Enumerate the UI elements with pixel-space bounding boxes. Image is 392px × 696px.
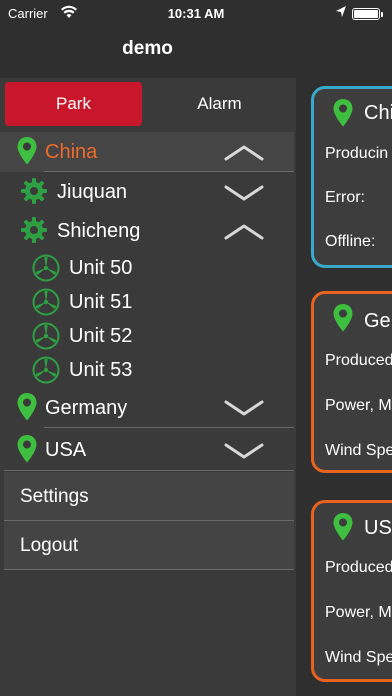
divider	[44, 427, 294, 428]
tree-label-china: China	[45, 141, 98, 163]
clock: 10:31 AM	[167, 6, 225, 21]
wind-turbine-icon	[32, 254, 60, 282]
card-line: Offline:	[325, 233, 376, 250]
card-title: Chi	[364, 102, 392, 124]
card-line: Power, M	[325, 604, 392, 621]
location-arrow-icon	[336, 6, 346, 17]
tree-item-germany[interactable]: Germany	[0, 389, 294, 427]
tree-item-jiuquan[interactable]: Jiuquan	[0, 173, 294, 211]
tree-item-usa[interactable]: USA	[0, 431, 294, 469]
tree-item-china[interactable]: China	[0, 132, 294, 172]
tab-alarm[interactable]: Alarm	[148, 82, 291, 126]
tree-item-shicheng[interactable]: Shicheng	[0, 212, 294, 250]
battery-tip	[381, 12, 383, 17]
card-line: Wind Spe	[325, 649, 392, 666]
tree-item-unit[interactable]: Unit 51	[0, 284, 294, 318]
card-title: USA	[364, 517, 392, 539]
location-pin-icon	[333, 304, 353, 332]
chevron-up-icon[interactable]	[222, 140, 266, 164]
chevron-down-icon[interactable]	[222, 439, 266, 463]
tab-park[interactable]: Park	[5, 82, 142, 126]
chevron-up-icon[interactable]	[222, 219, 266, 243]
wind-turbine-icon	[32, 288, 60, 316]
tree-label-usa: USA	[45, 439, 87, 461]
tree-item-unit[interactable]: Unit 50	[0, 250, 294, 284]
card-line: Produced	[325, 559, 392, 576]
card-line: Power, M	[325, 397, 392, 414]
battery-icon	[352, 8, 380, 20]
location-pin-icon	[333, 99, 353, 127]
segmented-control: Park Alarm	[5, 82, 291, 126]
gear-icon	[21, 217, 47, 243]
tree-label-unit: Unit 53	[69, 359, 133, 381]
gear-icon	[21, 178, 47, 204]
park-card-germany[interactable]: Ger Produced Power, M Wind Spe	[311, 291, 392, 473]
settings-label: Settings	[20, 486, 89, 507]
card-line: Error:	[325, 189, 365, 206]
tree-label-germany: Germany	[45, 397, 128, 419]
tree-label-jiuquan: Jiuquan	[57, 181, 128, 203]
status-bar: Carrier 10:31 AM	[0, 0, 392, 28]
tree-item-unit[interactable]: Unit 53	[0, 352, 294, 386]
tree-label-unit: Unit 50	[69, 257, 133, 279]
card-title: Ger	[364, 310, 392, 332]
sidebar: Park Alarm China Jiuquan Shicheng Unit 5…	[0, 78, 296, 696]
card-line: Wind Spe	[325, 442, 392, 459]
card-line: Producin	[325, 145, 389, 162]
tree-label-unit: Unit 51	[69, 291, 133, 313]
tree-label-unit: Unit 52	[69, 325, 133, 347]
divider	[44, 171, 294, 172]
card-line: Produced	[325, 352, 392, 369]
divider	[4, 470, 294, 471]
chevron-down-icon[interactable]	[222, 396, 266, 420]
divider	[4, 569, 294, 570]
park-card-usa[interactable]: USA Produced Power, M Wind Spe	[311, 500, 392, 682]
logout-label: Logout	[20, 535, 79, 556]
location-pin-icon	[17, 435, 37, 463]
location-pin-icon	[333, 513, 353, 541]
page-title: demo	[122, 38, 173, 59]
location-pin-icon	[17, 137, 37, 165]
location-pin-icon	[17, 393, 37, 421]
chevron-down-icon[interactable]	[222, 181, 266, 205]
wind-turbine-icon	[32, 356, 60, 384]
park-card-china[interactable]: Chi Producin Error: Offline:	[311, 86, 392, 268]
settings-button[interactable]: Settings	[4, 472, 294, 520]
tree-item-unit[interactable]: Unit 52	[0, 318, 294, 352]
tree-label-shicheng: Shicheng	[57, 220, 141, 242]
logout-button[interactable]: Logout	[4, 521, 294, 569]
wind-turbine-icon	[32, 322, 60, 350]
